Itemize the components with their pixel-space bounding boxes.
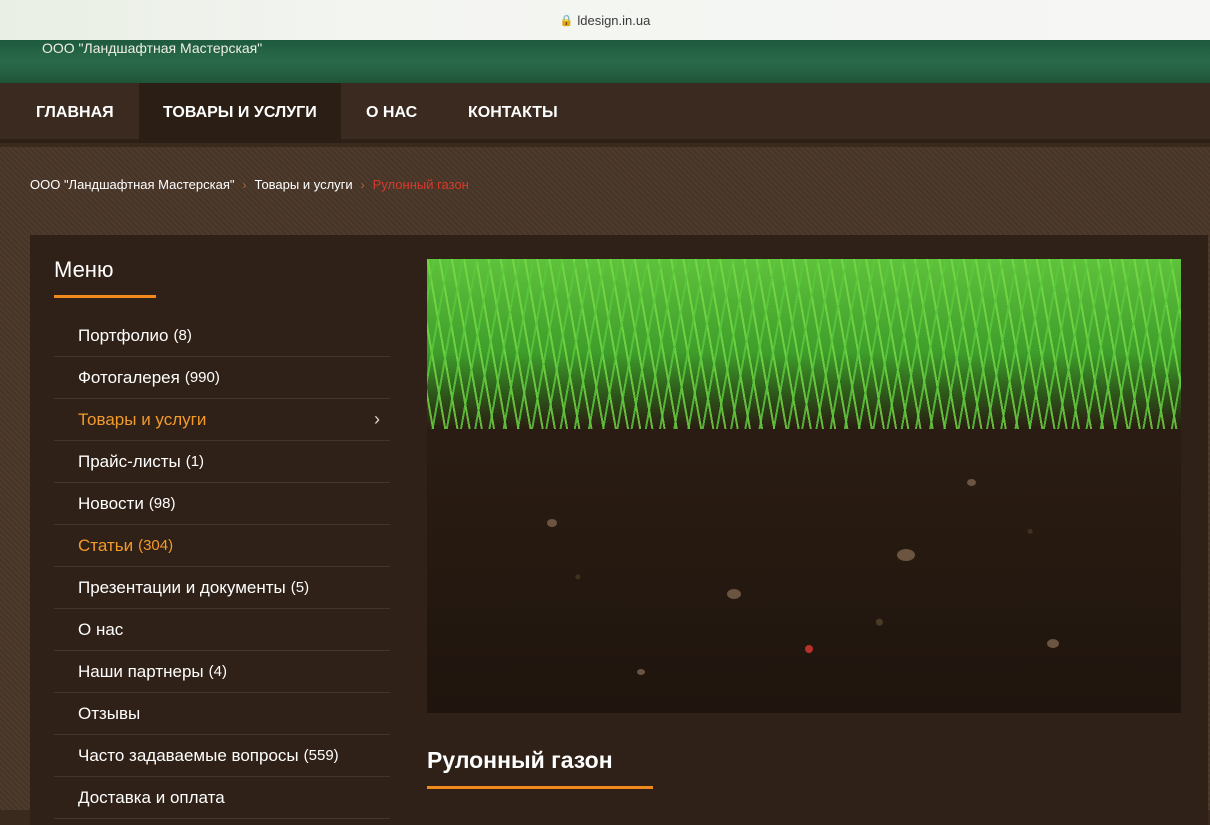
site-title[interactable]: ООО "Ландшафтная Мастерская"	[42, 40, 282, 56]
breadcrumb-home[interactable]: ООО "Ландшафтная Мастерская"	[30, 177, 235, 192]
soil-speck	[727, 589, 741, 599]
grass-illustration	[427, 259, 1181, 429]
breadcrumb-separator-icon: ›	[242, 178, 247, 192]
sidebar-item-products-services[interactable]: Товары и услуги ›	[54, 399, 390, 441]
breadcrumb-separator-icon: ›	[360, 178, 365, 192]
menu-title: Меню	[54, 257, 114, 282]
nav-contacts[interactable]: КОНТАКТЫ	[444, 83, 582, 143]
menu-item-label: Портфолио	[78, 325, 169, 345]
soil-speck	[547, 519, 557, 527]
nav-products-services[interactable]: ТОВАРЫ И УСЛУГИ	[139, 83, 341, 143]
url-text: ldesign.in.ua	[577, 12, 651, 28]
menu-item-label: Новости	[78, 493, 144, 513]
menu-item-label: Товары и услуги	[78, 409, 207, 429]
menu-item-label: Прайс-листы	[78, 451, 181, 471]
menu-item-count: (5)	[290, 579, 310, 596]
soil-speck	[1047, 639, 1059, 648]
main-panel: Меню Портфолио (8) Фотогалерея (990) Товар…	[30, 235, 1208, 825]
soil-speck	[967, 479, 976, 486]
browser-url-bar[interactable]: 🔒 ldesign.in.ua	[0, 0, 1210, 40]
page-title-underline	[427, 786, 653, 789]
menu-item-count: (559)	[303, 747, 339, 764]
page-body: ООО "Ландшафтная Мастерская" › Товары и ус…	[0, 147, 1210, 825]
menu-item-label: Статьи	[78, 535, 134, 555]
menu-item-label: Фотогалерея	[78, 367, 180, 387]
menu-item-count: (304)	[138, 537, 174, 554]
sidebar-item-about[interactable]: О нас	[54, 609, 390, 651]
sidebar-item-news[interactable]: Новости (98)	[54, 483, 390, 525]
soil-speck	[805, 645, 813, 653]
menu-item-label: О нас	[78, 619, 124, 639]
sidebar-item-price-lists[interactable]: Прайс-листы (1)	[54, 441, 390, 483]
nav-home[interactable]: ГЛАВНАЯ	[12, 83, 138, 143]
menu-item-count: (98)	[148, 495, 176, 512]
chevron-right-icon[interactable]: ›	[374, 409, 380, 430]
menu-item-label: Презентации и документы	[78, 577, 286, 597]
sidebar-item-articles[interactable]: Статьи (304)	[54, 525, 390, 567]
nav-about[interactable]: О НАС	[342, 83, 441, 143]
hero-image-lawn	[427, 259, 1181, 713]
page-title: Рулонный газон	[427, 747, 613, 773]
menu-item-label: Наши партнеры	[78, 661, 204, 681]
sidebar-item-faq[interactable]: Часто задаваемые вопросы (559)	[54, 735, 390, 777]
sidebar-item-presentations[interactable]: Презентации и документы (5)	[54, 567, 390, 609]
sidebar-item-portfolio[interactable]: Портфолио (8)	[54, 315, 390, 357]
top-navigation: ГЛАВНАЯ ТОВАРЫ И УСЛУГИ О НАС КОНТАКТЫ	[0, 83, 1210, 143]
soil-speck	[637, 669, 645, 675]
menu-item-count: (8)	[173, 327, 192, 344]
sidebar-item-partners[interactable]: Наши партнеры (4)	[54, 651, 390, 693]
menu-item-count: (1)	[185, 453, 205, 470]
sidebar-item-photogallery[interactable]: Фотогалерея (990)	[54, 357, 390, 399]
sidebar-menu: Портфолио (8) Фотогалерея (990) Товары и у…	[54, 315, 390, 819]
sidebar-item-reviews[interactable]: Отзывы	[54, 693, 390, 735]
menu-item-label: Доставка и оплата	[78, 787, 225, 807]
menu-item-count: (990)	[184, 369, 220, 386]
breadcrumb-current: Рулонный газон	[372, 177, 469, 192]
menu-item-label: Часто задаваемые вопросы	[78, 745, 299, 765]
sidebar-item-delivery-payment[interactable]: Доставка и оплата	[54, 777, 390, 819]
breadcrumb-section[interactable]: Товары и услуги	[255, 177, 353, 192]
site-header: ООО "Ландшафтная Мастерская"	[0, 40, 1210, 83]
menu-title-underline	[54, 295, 156, 298]
lock-icon: 🔒	[559, 14, 574, 27]
breadcrumb: ООО "Ландшафтная Мастерская" › Товары и ус…	[30, 177, 469, 192]
soil-speck	[897, 549, 915, 561]
menu-item-count: (4)	[208, 663, 227, 680]
menu-item-label: Отзывы	[78, 703, 141, 723]
